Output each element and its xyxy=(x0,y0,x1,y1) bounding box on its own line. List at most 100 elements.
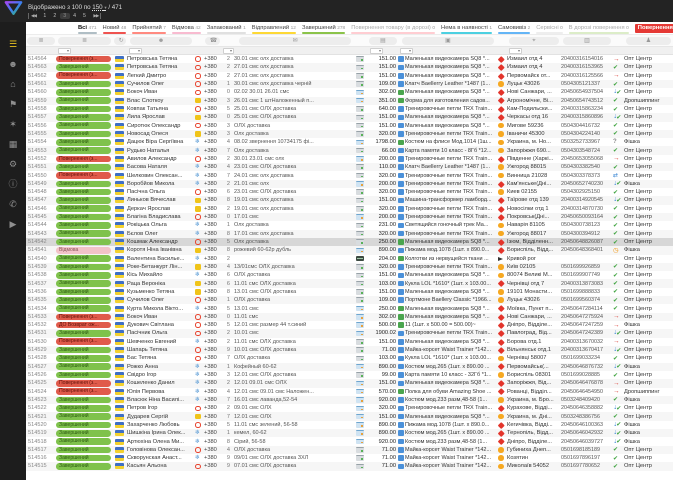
sidebar-item-info-icon[interactable]: ⓘ xyxy=(8,180,17,189)
col-header-mgr[interactable]: ♟ xyxy=(624,36,673,45)
filter-dropdown-name[interactable]: ▾ xyxy=(129,47,142,54)
sidebar-item-tasks-icon[interactable]: ⚑ xyxy=(9,100,17,109)
col-header-phone[interactable]: ☎ xyxy=(204,36,221,45)
table-row[interactable]: 514521 Завершений Дударев Сергій +380 7 12.01… xyxy=(26,412,673,421)
sidebar-item-broadcast-icon[interactable]: ✶ xyxy=(9,120,17,129)
filter-dropdown-price[interactable]: ▾ xyxy=(370,47,383,54)
filter-dropdown-product[interactable]: ▾ xyxy=(400,47,413,54)
filter-dropdown-cnt[interactable]: ▾ xyxy=(223,47,234,54)
table-row[interactable]: 514555 Завершений Новосад Олеся +380 3 Олх до… xyxy=(26,129,673,139)
table-row[interactable]: 514562 Повернення (з... Легкий Дмитро +380 2… xyxy=(26,72,673,80)
table-row[interactable]: 514542 Завершений Кошмак Александр +380 5 Олх… xyxy=(26,237,673,247)
table-row[interactable]: 514516 Завершений Скворунская Анаст... ❄ +38… xyxy=(26,454,673,462)
table-row[interactable]: 514533 Повернення (з... Бокоч Иван +380 0 11.… xyxy=(26,312,673,321)
sidebar-item-contacts-icon[interactable]: ☻ xyxy=(8,60,17,69)
table-row[interactable]: 514563 Завершений Петровська Тетяна +380 2 27… xyxy=(26,63,673,72)
tab-Запакований[interactable]: Запакований 1 xyxy=(206,22,246,34)
table-row[interactable]: 514532 ДО Возврат ож... Дукович Світлана +3… xyxy=(26,321,673,329)
table-row[interactable]: 514539 Завершений Роке-Бетанкурт Лін... +38… xyxy=(26,262,673,272)
page-button-2[interactable]: 2 xyxy=(50,13,60,19)
sidebar-item-video-icon[interactable]: ▶ xyxy=(10,220,17,229)
table-row[interactable]: 514538 Завершений Кісь Михайло ❄ +380 6 ОЛХ до… xyxy=(26,271,673,279)
source-cell: ❄ xyxy=(195,221,204,229)
last-page-button[interactable]: ▶▶ xyxy=(91,12,102,19)
col-header-id[interactable]: ≣ xyxy=(26,36,56,45)
table-row[interactable]: 514531 Завершений Пасічник Ольга +380 2 10.01… xyxy=(26,329,673,338)
table-row[interactable]: 514529 Завершений Шапарь Тетяна +380 9 10.01 … xyxy=(26,345,673,355)
table-row[interactable]: 514547 Завершений Линьков Вячеслав +380 8 19.… xyxy=(26,196,673,205)
table-row[interactable]: 514553 Завершений Рудько Наталья ❄ +380 7 Олх … xyxy=(26,146,673,155)
sidebar-item-support-icon[interactable]: ✆ xyxy=(9,200,17,209)
table-row[interactable]: 514561 Завершений Сучилов Олег +380 1 30.01 с… xyxy=(26,79,673,89)
tab-Відправлений[interactable]: Відправлений 12 xyxy=(251,22,296,34)
tab-Повернення товару (в дорозі)[interactable]: Повернення товару (в дорозі) 0 xyxy=(351,22,436,34)
col-header-status[interactable]: ≣ xyxy=(56,36,113,45)
table-row[interactable]: 514519 Завершений Шишкіна Ірина Олек... ❄ +3… xyxy=(26,429,673,438)
col-header-track[interactable]: ▥ xyxy=(561,36,613,45)
table-row[interactable]: 514550 Повернення (з... Шелковин Олексан..… xyxy=(26,171,673,179)
per-page-dropdown[interactable]: 150 ▾ xyxy=(92,4,106,11)
table-row[interactable]: 514558 Завершений Ковпак Татьяна +380 5 25.01… xyxy=(26,105,673,113)
tab-Завершений[interactable]: Завершений 278 xyxy=(301,22,346,34)
table-row[interactable]: 514551 Завершений Басова Наталя ❄ +380 4 23.01… xyxy=(26,163,673,172)
table-row[interactable]: 514564 Повернення (з... Петровська Тетяна +… xyxy=(26,55,673,63)
table-row[interactable]: 514557 Завершений Лила Ярослав +380 0 25.01 с… xyxy=(26,113,673,122)
sidebar-item-settings-icon[interactable]: ⚙ xyxy=(9,160,17,169)
col-header-flag[interactable]: ↻ xyxy=(113,36,127,45)
col-header-city[interactable]: ⌖ xyxy=(507,36,561,45)
tab-Всі[interactable]: Всі 471 xyxy=(78,22,97,34)
table-row[interactable]: 514554 Завершений Дацюк Віра Сергіївна ❄ +38… xyxy=(26,138,673,146)
tab-В дорозі повернення[interactable]: В дорозі повернення 0 xyxy=(568,22,629,34)
page-button-4[interactable]: 4 xyxy=(70,13,80,19)
table-row[interactable]: 514546 Завершений Деркач Ярослав +380 2 19.01… xyxy=(26,205,673,213)
table-row[interactable]: 514556 Завершений Сиротюк Олександр +380 3 ОЛ… xyxy=(26,122,673,130)
table-row[interactable]: 514524 Повернення (з... Юлія Первова ❄ +380 4… xyxy=(26,388,673,396)
tab-Нема в наявності[interactable]: Нема в наявності 1 xyxy=(441,22,493,34)
tab-Прийнятий[interactable]: Прийнятий 7 xyxy=(132,22,166,34)
table-row[interactable]: 514522 Завершений Петров Ігор +380 2 09.01 см… xyxy=(26,404,673,412)
page-button-3[interactable]: 3 xyxy=(59,12,70,19)
table-row[interactable]: 514560 Завершений Бокоч Иван +380 0 02.02 30.… xyxy=(26,88,673,96)
table-row[interactable]: 514543 Завершений Бєлов Олег ❄ +380 8 17.01 см… xyxy=(26,229,673,238)
col-header-price[interactable]: ▤ xyxy=(368,36,398,45)
table-row[interactable]: 514526 Завершений Свідро Ігор ❄ +380 3 12.01 с… xyxy=(26,371,673,379)
filter-dropdown-status[interactable]: ▾ xyxy=(58,47,71,54)
table-row[interactable]: 514525 Повернення (з... Кошеленко Данил ❄ +3… xyxy=(26,379,673,388)
table-row[interactable]: 514537 Завершений Раца Вероніка +380 6 11.01 … xyxy=(26,279,673,288)
page-button-1[interactable]: 1 xyxy=(40,13,50,19)
tab-Відмова[interactable]: Відмова 42 xyxy=(171,22,201,34)
table-row[interactable]: 514552 Повернення (з... Авилов Александр +3… xyxy=(26,155,673,163)
table-row[interactable]: 514520 Завершений Захарченко Любовь +380 5 11… xyxy=(26,421,673,429)
sidebar-item-stats-icon[interactable]: ▦ xyxy=(9,140,18,149)
tab-Самовивіз[interactable]: Самовивіз 2 xyxy=(498,22,531,34)
app-logo-icon[interactable] xyxy=(4,0,23,22)
table-row[interactable]: 514518 Завершений Артюхіна Олена Ми... ❄ +38… xyxy=(26,437,673,445)
table-row[interactable]: 514545 Завершений Благіна Владислава +380 0 1… xyxy=(26,212,673,222)
sidebar-item-company-icon[interactable]: ⌂ xyxy=(10,80,15,89)
table-row[interactable]: 514559 Завершений Влас Слоткоу +380 3 26.01 с… xyxy=(26,96,673,105)
table-row[interactable]: 514534 Завершений Курта Микола Вікто... ❄ +3… xyxy=(26,304,673,312)
table-row[interactable]: 514541 Відмова Коротя Ніна Іванівна +380 8 ро… xyxy=(26,246,673,255)
first-page-button[interactable]: ◀◀ xyxy=(28,12,38,19)
table-row[interactable]: 514517 Завершений Головінова Олексан... +38… xyxy=(26,445,673,454)
sidebar-item-orders-icon[interactable]: ☰ xyxy=(9,40,17,49)
page-button-5[interactable]: 5 xyxy=(79,13,89,19)
table-row[interactable]: 514530 Повернення (з... Шевченко Евгений ❄ +… xyxy=(26,338,673,346)
tab-Повернення[interactable]: Повернення xyxy=(634,23,673,33)
table-row[interactable]: 514535 Завершений Сучилов Олег +380 1 ОЛХ дос… xyxy=(26,296,673,305)
col-header-name[interactable]: ☻ xyxy=(127,36,195,45)
filter-dropdown-city[interactable]: ▾ xyxy=(509,47,522,54)
tab-Сервісні[interactable]: Сервісні 0 xyxy=(536,22,563,34)
table-row[interactable]: 514548 Завершений Пасічна Ольга +380 6 23.01 … xyxy=(26,188,673,196)
table-row[interactable]: 514528 Завершений Бас Тетяна +380 7 ОЛХ доста… xyxy=(26,354,673,362)
table-row[interactable]: 514523 Завершений Власюк Ніна Василі... ❄ +3… xyxy=(26,395,673,405)
table-row[interactable]: 514549 Завершений Воробйов Микола ❄ +380 2 21.… xyxy=(26,179,673,188)
tab-Новий[interactable]: Новий 48 xyxy=(102,22,127,34)
table-row[interactable]: 514515 Завершений Касьян Альона +380 9 07.01 … xyxy=(26,462,673,471)
col-header-comment[interactable]: ✉ xyxy=(234,36,356,45)
table-row[interactable]: 514544 Завершений Рокіцька Ольга ❄ +380 1 Олх … xyxy=(26,221,673,229)
table-row[interactable]: 514540 Завершений Валентина Василье... ❄ +38… xyxy=(26,255,673,263)
col-header-product[interactable]: ▣ xyxy=(398,36,498,45)
table-row[interactable]: 514536 Завершений Кузьменко Тетяна +380 8 13.… xyxy=(26,288,673,296)
table-row[interactable]: 514527 Завершений Рожко Анна ❄ +380 1 Кофейный… xyxy=(26,362,673,371)
